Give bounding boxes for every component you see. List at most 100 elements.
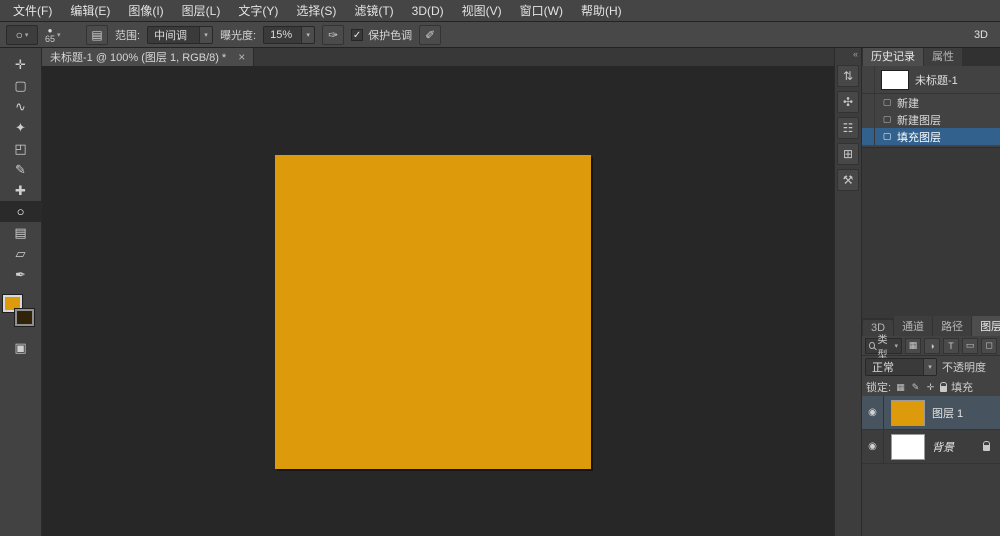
styles-panel-icon[interactable]: ✣ [837,91,859,113]
tool-pen[interactable]: ✒ [0,264,41,285]
pen-icon: ✒ [15,267,26,283]
menu-type[interactable]: 文字(Y) [229,0,287,22]
history-source-cell[interactable] [862,66,875,93]
clone-source-panel-icon[interactable]: ⊞ [837,143,859,165]
marquee-icon: ▢ [14,78,26,94]
lock-position-icon[interactable]: ✛ [925,382,936,393]
tool-eyedropper[interactable]: ✎ [0,159,41,180]
menu-edit[interactable]: 编辑(E) [61,0,119,22]
menu-select[interactable]: 选择(S) [287,0,345,22]
filter-type-button[interactable]: T [943,338,959,354]
chevron-down-icon: ▾ [57,31,61,39]
expand-panels-icon[interactable]: « [835,48,861,61]
tool-rect-marquee[interactable]: ▢ [0,75,41,96]
background-color-swatch[interactable] [15,309,34,326]
menu-3d[interactable]: 3D(D) [403,0,453,22]
document-tab[interactable]: 未标题-1 @ 100% (图层 1, RGB/8) * × [42,48,254,66]
airbrush-toggle[interactable]: ✑ [322,25,344,45]
lock-transparency-icon[interactable]: ▦ [895,382,906,393]
layers-list: ◉ 图层 1 ◉ 背景 [862,396,1000,536]
visibility-toggle[interactable]: ◉ [862,396,884,429]
close-tab-icon[interactable]: × [238,50,245,64]
visibility-toggle[interactable]: ◉ [862,430,884,463]
pressure-brush-icon: ✐ [425,28,435,42]
checkbox-box: ✓ [351,29,363,41]
eye-icon: ◉ [868,407,877,418]
menu-image[interactable]: 图像(I) [119,0,172,22]
quick-mask-button[interactable]: ▣ [0,337,41,358]
history-step-new[interactable]: ▢ 新建 [862,94,1000,111]
tool-dodge[interactable]: ○ [0,201,41,222]
tool-move[interactable]: ✛ [0,54,41,75]
tool-presets-panel-icon[interactable]: ⚒ [837,169,859,191]
tool-eraser[interactable]: ▱ [0,243,41,264]
history-panel: 未标题-1 ▢ 新建 ▢ 新建图层 ▢ 填充图层 [862,66,1000,147]
layer-name[interactable]: 背景 [932,439,954,455]
airbrush-icon: ✑ [328,28,338,42]
layer-thumbnail[interactable] [891,400,925,426]
chevron-down-icon: ▾ [301,27,314,43]
snapshot-thumbnail [881,70,909,90]
lasso-icon: ∿ [15,99,26,115]
tab-properties[interactable]: 属性 [924,48,962,66]
tool-crop[interactable]: ◰ [0,138,41,159]
blend-mode-select[interactable]: 正常 ▾ [865,358,937,376]
workspace-3d-button[interactable]: 3D [974,29,994,41]
pressure-toggle[interactable]: ✐ [419,25,441,45]
filter-kind-select[interactable]: 类型 ▾ [865,338,902,354]
dodge-tool-icon: ○ [16,28,23,42]
eye-icon: ◉ [868,441,877,452]
tool-lasso[interactable]: ∿ [0,96,41,117]
move-icon: ✛ [15,57,26,73]
filter-shape-button[interactable]: ▭ [962,338,978,354]
eraser-icon: ▱ [16,246,26,262]
tab-channels[interactable]: 通道 [894,316,932,336]
tab-paths[interactable]: 路径 [933,316,971,336]
filter-pixel-button[interactable]: ▦ [905,338,921,354]
brush-size-picker[interactable]: ● 65 ▾ [45,24,79,46]
brush-size-value: 65 [45,35,55,44]
layer-thumbnail[interactable] [891,434,925,460]
layer-row-background[interactable]: ◉ 背景 [862,430,1000,464]
layer-name[interactable]: 图层 1 [932,405,963,421]
info-panel-icon[interactable]: ☷ [837,117,859,139]
tool-healing-brush[interactable]: ✚ [0,180,41,201]
search-icon [869,342,875,349]
adjustments-panel-icon[interactable]: ⇅ [837,65,859,87]
history-step-fill-layer[interactable]: ▢ 填充图层 [862,128,1000,145]
layers-filter-row: 类型 ▾ ▦ ◑ T ▭ ◻ [862,336,1000,356]
tab-layers[interactable]: 图层 [972,316,1000,336]
dodge-icon: ○ [17,204,25,219]
eyedropper-icon: ✎ [15,162,26,178]
brush-panel-toggle[interactable]: ▤ [86,25,108,45]
menu-view[interactable]: 视图(V) [453,0,511,22]
menu-window[interactable]: 窗口(W) [511,0,572,22]
exposure-select[interactable]: 15% ▾ [263,26,315,44]
canvas-area[interactable] [42,67,834,536]
history-snapshot-row[interactable]: 未标题-1 [862,66,1000,94]
protect-tones-checkbox[interactable]: ✓ 保护色调 [351,27,412,43]
lock-all-icon[interactable] [940,386,947,392]
color-swatches [0,295,41,337]
layer-row-layer1[interactable]: ◉ 图层 1 [862,396,1000,430]
tool-preset-picker[interactable]: ○ ▾ [6,25,38,45]
menu-filter[interactable]: 滤镜(T) [345,0,402,22]
filter-smart-object-button[interactable]: ◻ [981,338,997,354]
tool-magic-wand[interactable]: ✦ [0,117,41,138]
tool-clone-stamp[interactable]: ▤ [0,222,41,243]
filter-adjustment-button[interactable]: ◑ [924,338,940,354]
protect-tones-label: 保护色调 [368,27,412,43]
page-icon: ▢ [880,114,894,125]
history-step-new-layer[interactable]: ▢ 新建图层 [862,111,1000,128]
snapshot-name: 未标题-1 [915,72,958,88]
document-title: 未标题-1 @ 100% (图层 1, RGB/8) * [50,49,226,65]
menu-help[interactable]: 帮助(H) [572,0,631,22]
tab-history[interactable]: 历史记录 [863,48,923,66]
menu-file[interactable]: 文件(F) [4,0,61,22]
blend-mode-row: 正常 ▾ 不透明度 [862,356,1000,378]
range-select[interactable]: 中间调 ▾ [147,26,213,44]
lock-pixels-icon[interactable]: ✎ [910,382,921,393]
menu-layer[interactable]: 图层(L) [173,0,230,22]
brush-panel-icon: ▤ [91,28,102,42]
orange-square [275,155,591,469]
